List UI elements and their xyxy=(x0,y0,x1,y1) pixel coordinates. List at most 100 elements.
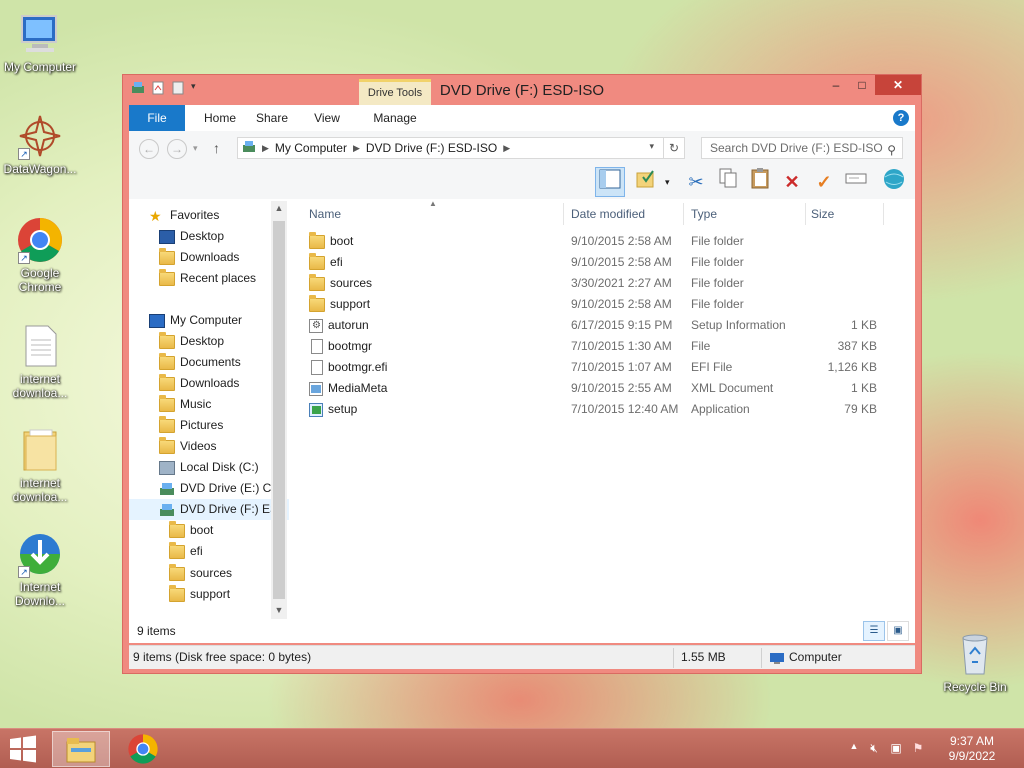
up-button[interactable]: ↑ xyxy=(213,140,220,156)
rename-check-icon[interactable]: ✓ xyxy=(809,167,839,197)
breadcrumb-dvd-drive[interactable]: DVD Drive (F:) ESD-ISO xyxy=(366,141,497,155)
nav-computer-music[interactable]: Music xyxy=(159,394,289,415)
network-icon[interactable]: ▣ xyxy=(888,741,904,757)
nav-dvd-drive-e[interactable]: DVD Drive (E:) CC xyxy=(159,478,289,499)
network-globe-icon[interactable] xyxy=(879,167,909,197)
file-row[interactable]: MediaMeta 9/10/2015 2:55 AM XML Document 1 … xyxy=(299,378,899,399)
tab-file[interactable]: File xyxy=(129,105,185,131)
windows-start-icon[interactable] xyxy=(8,735,38,763)
chevron-right-icon[interactable]: ▶ xyxy=(262,143,269,154)
column-divider[interactable] xyxy=(805,203,806,225)
file-row[interactable]: sources 3/30/2021 2:27 AM File folder xyxy=(299,273,899,294)
column-header-date[interactable]: Date modified xyxy=(571,207,645,221)
nav-computer-videos[interactable]: Videos xyxy=(159,436,289,457)
file-row[interactable]: support 9/10/2015 2:58 AM File folder xyxy=(299,294,899,315)
tab-manage[interactable]: Manage xyxy=(359,105,431,131)
tab-home[interactable]: Home xyxy=(195,105,245,131)
nav-computer-pictures[interactable]: Pictures xyxy=(159,415,289,436)
column-header-name[interactable]: Name xyxy=(309,207,341,221)
help-button[interactable]: ? xyxy=(893,110,909,126)
nav-favorites-downloads[interactable]: Downloads xyxy=(159,247,289,268)
paste-icon[interactable] xyxy=(745,167,775,197)
nav-my-computer[interactable]: My Computer xyxy=(149,310,289,331)
search-input[interactable]: Search DVD Drive (F:) ESD-ISO ⚲ xyxy=(701,137,903,159)
address-dropdown-icon[interactable]: ▾ xyxy=(649,141,654,152)
desktop-icon-my-computer[interactable]: My Computer xyxy=(0,10,80,74)
breadcrumb-my-computer[interactable]: My Computer xyxy=(275,141,347,155)
preview-pane-button[interactable] xyxy=(595,167,625,197)
nav-pane-scrollbar[interactable]: ▲ ▼ xyxy=(271,201,287,619)
desktop-icon-recycle-bin[interactable]: Recycle Bin xyxy=(935,630,1015,694)
file-icon xyxy=(309,336,328,357)
delete-icon[interactable]: ✕ xyxy=(777,167,807,197)
desktop-icon-internet-download-text[interactable]: internet downloa... xyxy=(0,322,80,400)
desktop-icon-datawagon[interactable]: ↗ DataWagon... xyxy=(0,112,80,176)
address-bar[interactable]: ▶ My Computer ▶ DVD Drive (F:) ESD-ISO ▶… xyxy=(237,137,685,159)
file-row[interactable]: ⚙ autorun 6/17/2015 9:15 PM Setup Informati… xyxy=(299,315,899,336)
recent-locations-icon[interactable]: ▾ xyxy=(193,143,198,154)
tab-share[interactable]: Share xyxy=(249,105,295,131)
file-row[interactable]: setup 7/10/2015 12:40 AM Application 79 KB xyxy=(299,399,899,420)
nav-local-disk-c[interactable]: Local Disk (C:) xyxy=(159,457,289,478)
file-name: support xyxy=(330,297,371,311)
file-row[interactable]: bootmgr.efi 7/10/2015 1:07 AM EFI File 1,12… xyxy=(299,357,899,378)
file-type: File xyxy=(691,339,711,353)
scrollbar-thumb[interactable] xyxy=(273,221,285,599)
speaker-muted-icon[interactable]: 🔇︎ xyxy=(866,741,882,757)
column-header-type[interactable]: Type xyxy=(691,207,717,221)
nav-favorites[interactable]: ★ Favorites xyxy=(149,205,289,226)
nav-computer-downloads[interactable]: Downloads xyxy=(159,373,289,394)
nav-favorites-desktop[interactable]: Desktop xyxy=(159,226,289,247)
file-date: 9/10/2015 2:58 AM xyxy=(571,297,672,311)
close-button[interactable]: ✕ xyxy=(875,75,921,95)
desktop-icon xyxy=(159,229,175,244)
properties-folder-icon[interactable] xyxy=(631,167,661,197)
scroll-up-icon[interactable]: ▲ xyxy=(271,203,287,213)
file-row[interactable]: boot 9/10/2015 2:58 AM File folder xyxy=(299,231,899,252)
cut-icon[interactable]: ✂ xyxy=(681,167,711,197)
search-icon[interactable]: ⚲ xyxy=(887,140,896,160)
file-size: 387 KB xyxy=(837,339,877,353)
file-row[interactable]: efi 9/10/2015 2:58 AM File folder xyxy=(299,252,899,273)
large-icons-view-icon[interactable]: ▣ xyxy=(887,621,909,641)
details-view-icon[interactable]: ☰ xyxy=(863,621,885,641)
file-date: 7/10/2015 12:40 AM xyxy=(571,402,679,416)
text-file-icon xyxy=(16,322,64,370)
show-hidden-icons-icon[interactable]: ▲ xyxy=(846,741,862,757)
dropdown-arrow-icon[interactable]: ▾ xyxy=(665,177,670,188)
column-divider[interactable] xyxy=(883,203,884,225)
tab-view[interactable]: View xyxy=(305,105,349,131)
refresh-button[interactable]: ↻ xyxy=(663,137,685,159)
column-divider[interactable] xyxy=(683,203,684,225)
folder-icon xyxy=(309,252,330,273)
videos-icon xyxy=(159,436,175,454)
nav-dvd-drive-f[interactable]: DVD Drive (F:) ES xyxy=(129,499,289,520)
forward-button[interactable]: → xyxy=(167,139,187,159)
desktop-icon-internet-download-manager[interactable]: ↗ Internet Downlo... xyxy=(0,530,80,608)
chevron-right-icon[interactable]: ▶ xyxy=(503,143,510,154)
nav-favorites-recent-places[interactable]: Recent places xyxy=(159,268,289,289)
taskbar-chrome[interactable] xyxy=(114,731,172,767)
title-bar[interactable]: ▾ Drive Tools DVD Drive (F:) ESD-ISO – □… xyxy=(123,75,921,105)
copy-icon[interactable] xyxy=(713,167,743,197)
maximize-button[interactable]: □ xyxy=(849,75,875,95)
nav-computer-desktop[interactable]: Desktop xyxy=(159,331,289,352)
status-summary: 9 items (Disk free space: 0 bytes) xyxy=(133,650,312,664)
nav-computer-documents[interactable]: Documents xyxy=(159,352,289,373)
rename-icon[interactable] xyxy=(841,167,871,197)
clock[interactable]: 9:37 AM 9/9/2022 xyxy=(942,734,1002,764)
desktop-icon-internet-download-folder[interactable]: internet downloa... xyxy=(0,426,80,504)
column-header-size[interactable]: Size xyxy=(811,207,834,221)
scroll-down-icon[interactable]: ▼ xyxy=(271,605,287,615)
column-divider[interactable] xyxy=(563,203,564,225)
taskbar-file-explorer[interactable] xyxy=(52,731,110,767)
file-date: 7/10/2015 1:30 AM xyxy=(571,339,672,353)
back-button[interactable]: ← xyxy=(139,139,159,159)
status-size: 1.55 MB xyxy=(681,650,726,664)
desktop-icon-google-chrome[interactable]: ↗ Google Chrome xyxy=(0,216,80,294)
drive-icon xyxy=(242,140,256,157)
chevron-right-icon[interactable]: ▶ xyxy=(353,143,360,154)
file-row[interactable]: bootmgr 7/10/2015 1:30 AM File 387 KB xyxy=(299,336,899,357)
action-center-icon[interactable]: ⚑ xyxy=(910,741,926,757)
minimize-button[interactable]: – xyxy=(823,75,849,95)
